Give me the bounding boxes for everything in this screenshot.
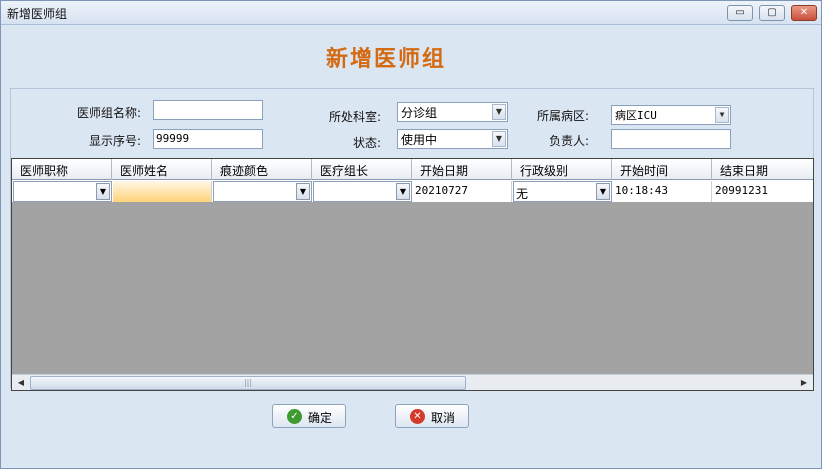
column-header[interactable]: 开始日期 <box>412 159 512 180</box>
column-header[interactable]: 结束日期 <box>712 159 813 180</box>
color-cell[interactable]: ▼ <box>213 181 312 202</box>
scrollbar-thumb[interactable]: ||| <box>30 376 466 390</box>
status-label: 状态: <box>352 136 381 150</box>
start-date-cell[interactable]: 20210727 <box>413 181 512 202</box>
column-header[interactable]: 医疗组长 <box>312 159 412 180</box>
ward-select-value: 病区ICU <box>615 109 657 122</box>
restore-button[interactable]: ▢ <box>759 5 785 21</box>
chevron-down-icon[interactable]: ▼ <box>396 183 410 200</box>
order-label: 显示序号: <box>88 134 141 148</box>
ward-label: 所属病区: <box>536 109 589 123</box>
chevron-down-icon[interactable]: ▼ <box>296 183 310 200</box>
cancel-button-label: 取消 <box>431 411 456 425</box>
ward-select[interactable]: 病区ICU ▼ <box>611 105 731 125</box>
end-date-cell[interactable]: 20991231 <box>713 181 813 202</box>
minimize-button[interactable]: ▭ <box>727 5 753 21</box>
chevron-down-icon[interactable]: ▼ <box>492 104 506 120</box>
order-input[interactable]: 99999 <box>153 129 263 149</box>
admin-level-cell[interactable]: 无 ▼ <box>513 181 612 202</box>
chevron-down-icon[interactable]: ▼ <box>96 183 110 200</box>
owner-input[interactable] <box>611 129 731 149</box>
window-title: 新增医师组 <box>7 7 68 21</box>
scroll-right-icon[interactable]: ▶ <box>796 376 812 390</box>
page-title: 新增医师组 <box>325 46 446 72</box>
chevron-down-icon[interactable]: ▼ <box>596 183 610 200</box>
ok-button-label: 确定 <box>308 411 333 425</box>
chevron-down-icon[interactable]: ▼ <box>715 107 729 123</box>
group-name-input[interactable] <box>153 100 263 120</box>
ok-button[interactable]: ✓ 确定 <box>272 404 346 428</box>
cancel-button[interactable]: ✕ 取消 <box>395 404 469 428</box>
title-cell[interactable]: ▼ <box>13 181 112 202</box>
column-header[interactable]: 医师姓名 <box>112 159 212 180</box>
column-header[interactable]: 医师职称 <box>12 159 112 180</box>
column-header[interactable]: 开始时间 <box>612 159 712 180</box>
doctor-grid: 医师职称 医师姓名 痕迹颜色 医疗组长 开始日期 行政级别 开始时间 结束日期 … <box>11 158 814 391</box>
leader-cell[interactable]: ▼ <box>313 181 412 202</box>
status-select[interactable]: 使用中 ▼ <box>397 129 508 149</box>
status-select-value: 使用中 <box>401 133 438 147</box>
dialog-window: 新增医师组 ▭ ▢ ✕ 新增医师组 医师组名称: 所处科室: 分诊组 ▼ 所属病… <box>0 0 822 469</box>
admin-level-cell-value: 无 <box>516 187 529 201</box>
close-button[interactable]: ✕ <box>791 5 817 21</box>
dept-label: 所处科室: <box>328 110 381 124</box>
check-icon: ✓ <box>287 409 302 424</box>
group-name-label: 医师组名称: <box>76 106 141 120</box>
cross-icon: ✕ <box>410 409 425 424</box>
dept-select-value: 分诊组 <box>401 106 438 120</box>
dept-select[interactable]: 分诊组 ▼ <box>397 102 508 122</box>
scroll-left-icon[interactable]: ◀ <box>13 376 29 390</box>
horizontal-scrollbar[interactable]: ◀ ||| ▶ <box>12 374 813 390</box>
table-row: ▼ ▼ ▼ 20210727 无 ▼ 10:18:43 20991231 <box>12 180 813 202</box>
column-header[interactable]: 痕迹颜色 <box>212 159 312 180</box>
owner-label: 负责人: <box>548 134 589 148</box>
start-time-cell[interactable]: 10:18:43 <box>613 181 712 202</box>
chevron-down-icon[interactable]: ▼ <box>492 131 506 147</box>
name-cell[interactable] <box>113 181 212 202</box>
column-header[interactable]: 行政级别 <box>512 159 612 180</box>
grid-header: 医师职称 医师姓名 痕迹颜色 医疗组长 开始日期 行政级别 开始时间 结束日期 <box>12 159 813 180</box>
title-bar: 新增医师组 ▭ ▢ ✕ <box>1 1 821 25</box>
